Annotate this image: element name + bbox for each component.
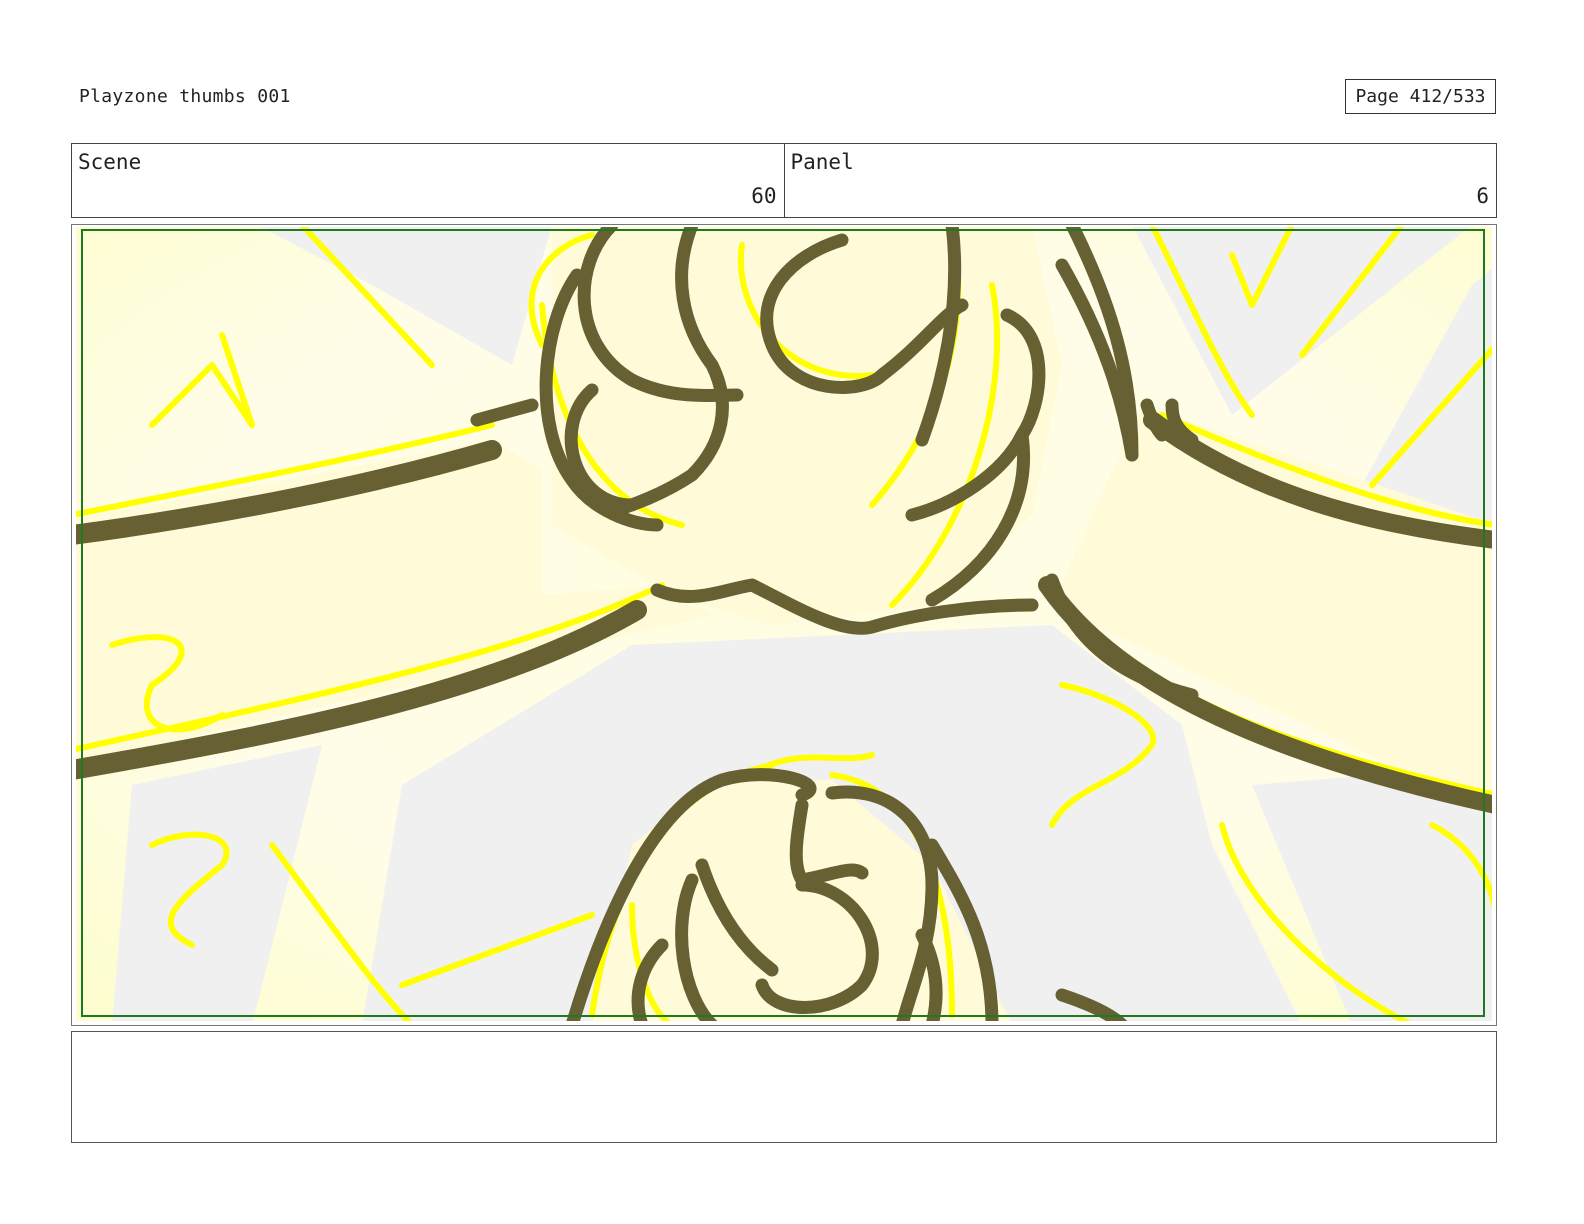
- scene-number: 60: [751, 184, 777, 208]
- storyboard-panel: [71, 224, 1497, 1026]
- scene-label: Scene: [78, 150, 142, 174]
- notes-area: [71, 1031, 1497, 1143]
- panel-label: Panel: [790, 150, 854, 174]
- panel-number: 6: [1476, 184, 1489, 208]
- storyboard-sketch-image: [76, 227, 1492, 1021]
- panel-cell: Panel 6: [783, 144, 1497, 217]
- page-indicator: Page 412/533: [1345, 79, 1496, 114]
- scene-cell: Scene 60: [72, 144, 784, 217]
- document-title: Playzone thumbs 001: [79, 86, 291, 107]
- scene-panel-header: Scene 60 Panel 6: [71, 143, 1497, 218]
